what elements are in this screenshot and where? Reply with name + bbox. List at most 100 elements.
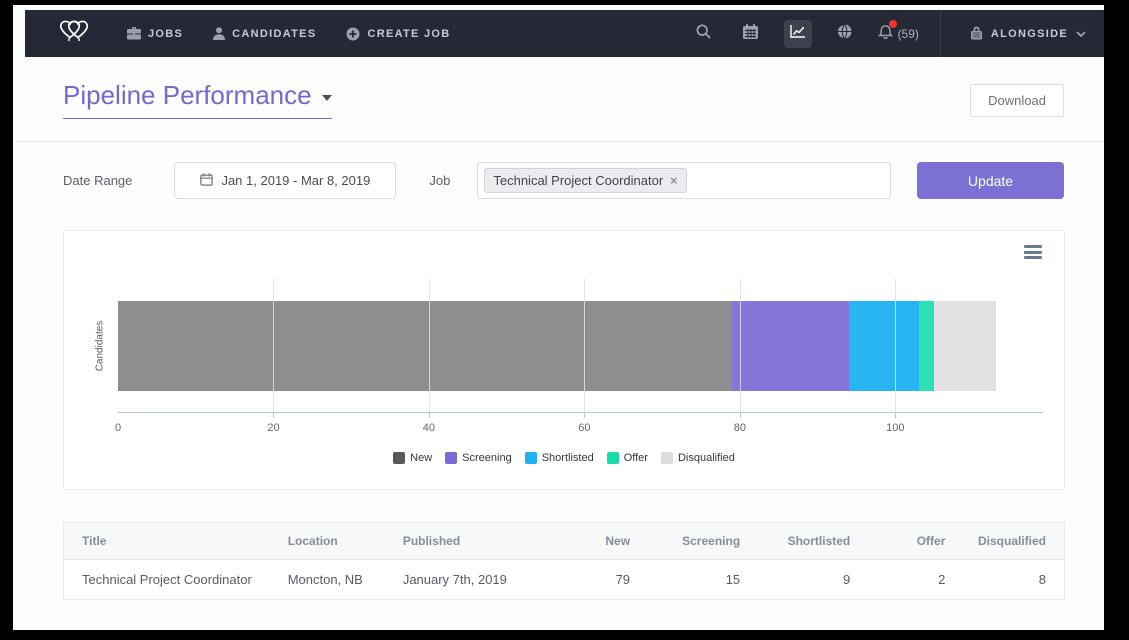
- column-header-published: Published: [389, 523, 539, 560]
- x-axis-tick-label: 20: [267, 422, 279, 434]
- table-cell: 9: [754, 560, 864, 600]
- column-header-screening: Screening: [644, 523, 754, 560]
- download-button[interactable]: Download: [970, 84, 1064, 117]
- globe-icon: [837, 24, 852, 44]
- nav-item-label: JOBS: [148, 28, 183, 40]
- reports-button[interactable]: [784, 20, 812, 48]
- header-divider: [13, 141, 1104, 142]
- briefcase-icon: [127, 27, 141, 40]
- x-axis-tick-label: 80: [734, 422, 746, 434]
- update-button[interactable]: Update: [917, 162, 1064, 199]
- search-icon: [696, 24, 711, 44]
- brand-logo[interactable]: [55, 16, 93, 51]
- x-axis-tick: [429, 413, 430, 418]
- notification-dot: [889, 20, 897, 28]
- gridline: [273, 301, 274, 391]
- plus-circle-icon: [346, 27, 360, 41]
- x-axis-tick: [740, 413, 741, 418]
- gridline: [429, 301, 430, 391]
- calendar-button[interactable]: [737, 20, 765, 48]
- legend-item-screening[interactable]: Screening: [445, 452, 512, 464]
- column-header-new: New: [539, 523, 644, 560]
- x-axis-tick: [273, 413, 274, 418]
- column-header-title: Title: [64, 523, 274, 560]
- legend-swatch: [607, 452, 619, 464]
- date-range-input[interactable]: Jan 1, 2019 - Mar 8, 2019: [174, 162, 396, 199]
- job-label: Job: [429, 173, 450, 188]
- bar-segment-screening[interactable]: [732, 301, 849, 391]
- y-axis-label: Candidates: [95, 321, 106, 372]
- search-button[interactable]: [690, 20, 718, 48]
- x-axis-tick-label: 40: [423, 422, 435, 434]
- pipeline-table: TitleLocationPublishedNewScreeningShortl…: [63, 522, 1065, 600]
- line-chart-icon: [790, 24, 806, 43]
- legend-swatch: [525, 452, 537, 464]
- x-axis-tick: [584, 413, 585, 418]
- nav-item-create-job[interactable]: CREATE JOB: [346, 27, 450, 41]
- gridline: [740, 301, 741, 391]
- job-select-input[interactable]: Technical Project Coordinator ×: [477, 162, 891, 199]
- app-window: JOBS CANDIDATES CREATE JOB: [13, 5, 1104, 630]
- gridline: [584, 301, 585, 391]
- report-selector[interactable]: Pipeline Performance: [63, 80, 332, 119]
- notifications-button[interactable]: (59): [878, 23, 919, 44]
- table-cell: Moncton, NB: [274, 560, 389, 600]
- bar-segment-offer[interactable]: [919, 301, 935, 391]
- pipeline-chart-card: Candidates 020406080100 New Screening Shor…: [63, 230, 1065, 490]
- calendar-small-icon: [200, 173, 213, 189]
- person-icon: [213, 27, 225, 40]
- gridline: [895, 301, 896, 391]
- table-cell: 2: [864, 560, 959, 600]
- bar-segment-disqualified[interactable]: [934, 301, 996, 391]
- globe-button[interactable]: [831, 20, 859, 48]
- legend-label: Disqualified: [678, 452, 735, 464]
- chart-context-menu-icon[interactable]: [1024, 245, 1042, 259]
- job-tag: Technical Project Coordinator ×: [484, 168, 686, 193]
- lock-icon: [970, 25, 983, 43]
- table-row[interactable]: Technical Project CoordinatorMoncton, NB…: [64, 560, 1065, 600]
- nav-item-jobs[interactable]: JOBS: [127, 27, 183, 40]
- x-axis-tick: [895, 413, 896, 418]
- x-axis-tick-label: 100: [886, 422, 904, 434]
- navbar-divider: [940, 10, 941, 57]
- remove-tag-icon[interactable]: ×: [670, 174, 678, 187]
- bar-segment-new[interactable]: [118, 301, 732, 391]
- notification-count: (59): [898, 27, 919, 41]
- top-navbar: JOBS CANDIDATES CREATE JOB: [25, 10, 1104, 57]
- page-header: Pipeline Performance Download: [63, 80, 1064, 119]
- table-cell: Technical Project Coordinator: [64, 560, 274, 600]
- account-menu[interactable]: ALONGSIDE: [962, 25, 1086, 43]
- hearts-logo-icon: [55, 16, 93, 51]
- nav-item-candidates[interactable]: CANDIDATES: [213, 27, 316, 40]
- table-cell: 79: [539, 560, 644, 600]
- chart-legend: New Screening Shortlisted Offer Disqualified: [64, 452, 1064, 464]
- column-header-shortlisted: Shortlisted: [754, 523, 864, 560]
- date-range-value: Jan 1, 2019 - Mar 8, 2019: [221, 173, 370, 188]
- calendar-icon: [743, 24, 758, 44]
- job-tag-label: Technical Project Coordinator: [493, 173, 663, 188]
- legend-swatch: [445, 452, 457, 464]
- table-cell: January 7th, 2019: [389, 560, 539, 600]
- x-axis-tick-label: 60: [578, 422, 590, 434]
- caret-down-icon: [322, 95, 332, 101]
- legend-item-shortlisted[interactable]: Shortlisted: [525, 452, 594, 464]
- legend-item-disqualified[interactable]: Disqualified: [661, 452, 735, 464]
- plot-area: 020406080100: [118, 279, 1043, 413]
- table-cell: 8: [959, 560, 1064, 600]
- legend-label: New: [410, 452, 432, 464]
- bar-segment-shortlisted[interactable]: [849, 301, 919, 391]
- column-header-disqualified: Disqualified: [959, 523, 1064, 560]
- stacked-bar: [118, 301, 1043, 391]
- legend-label: Shortlisted: [542, 452, 594, 464]
- page-title-text: Pipeline Performance: [63, 80, 312, 111]
- nav-item-label: CANDIDATES: [232, 28, 316, 40]
- legend-item-offer[interactable]: Offer: [607, 452, 648, 464]
- account-name: ALONGSIDE: [991, 28, 1068, 40]
- legend-swatch: [661, 452, 673, 464]
- legend-item-new[interactable]: New: [393, 452, 432, 464]
- nav-item-label: CREATE JOB: [367, 28, 450, 40]
- column-header-offer: Offer: [864, 523, 959, 560]
- legend-swatch: [393, 452, 405, 464]
- legend-label: Screening: [462, 452, 512, 464]
- filter-bar: Date Range Jan 1, 2019 - Mar 8, 2019 Job…: [63, 162, 1064, 199]
